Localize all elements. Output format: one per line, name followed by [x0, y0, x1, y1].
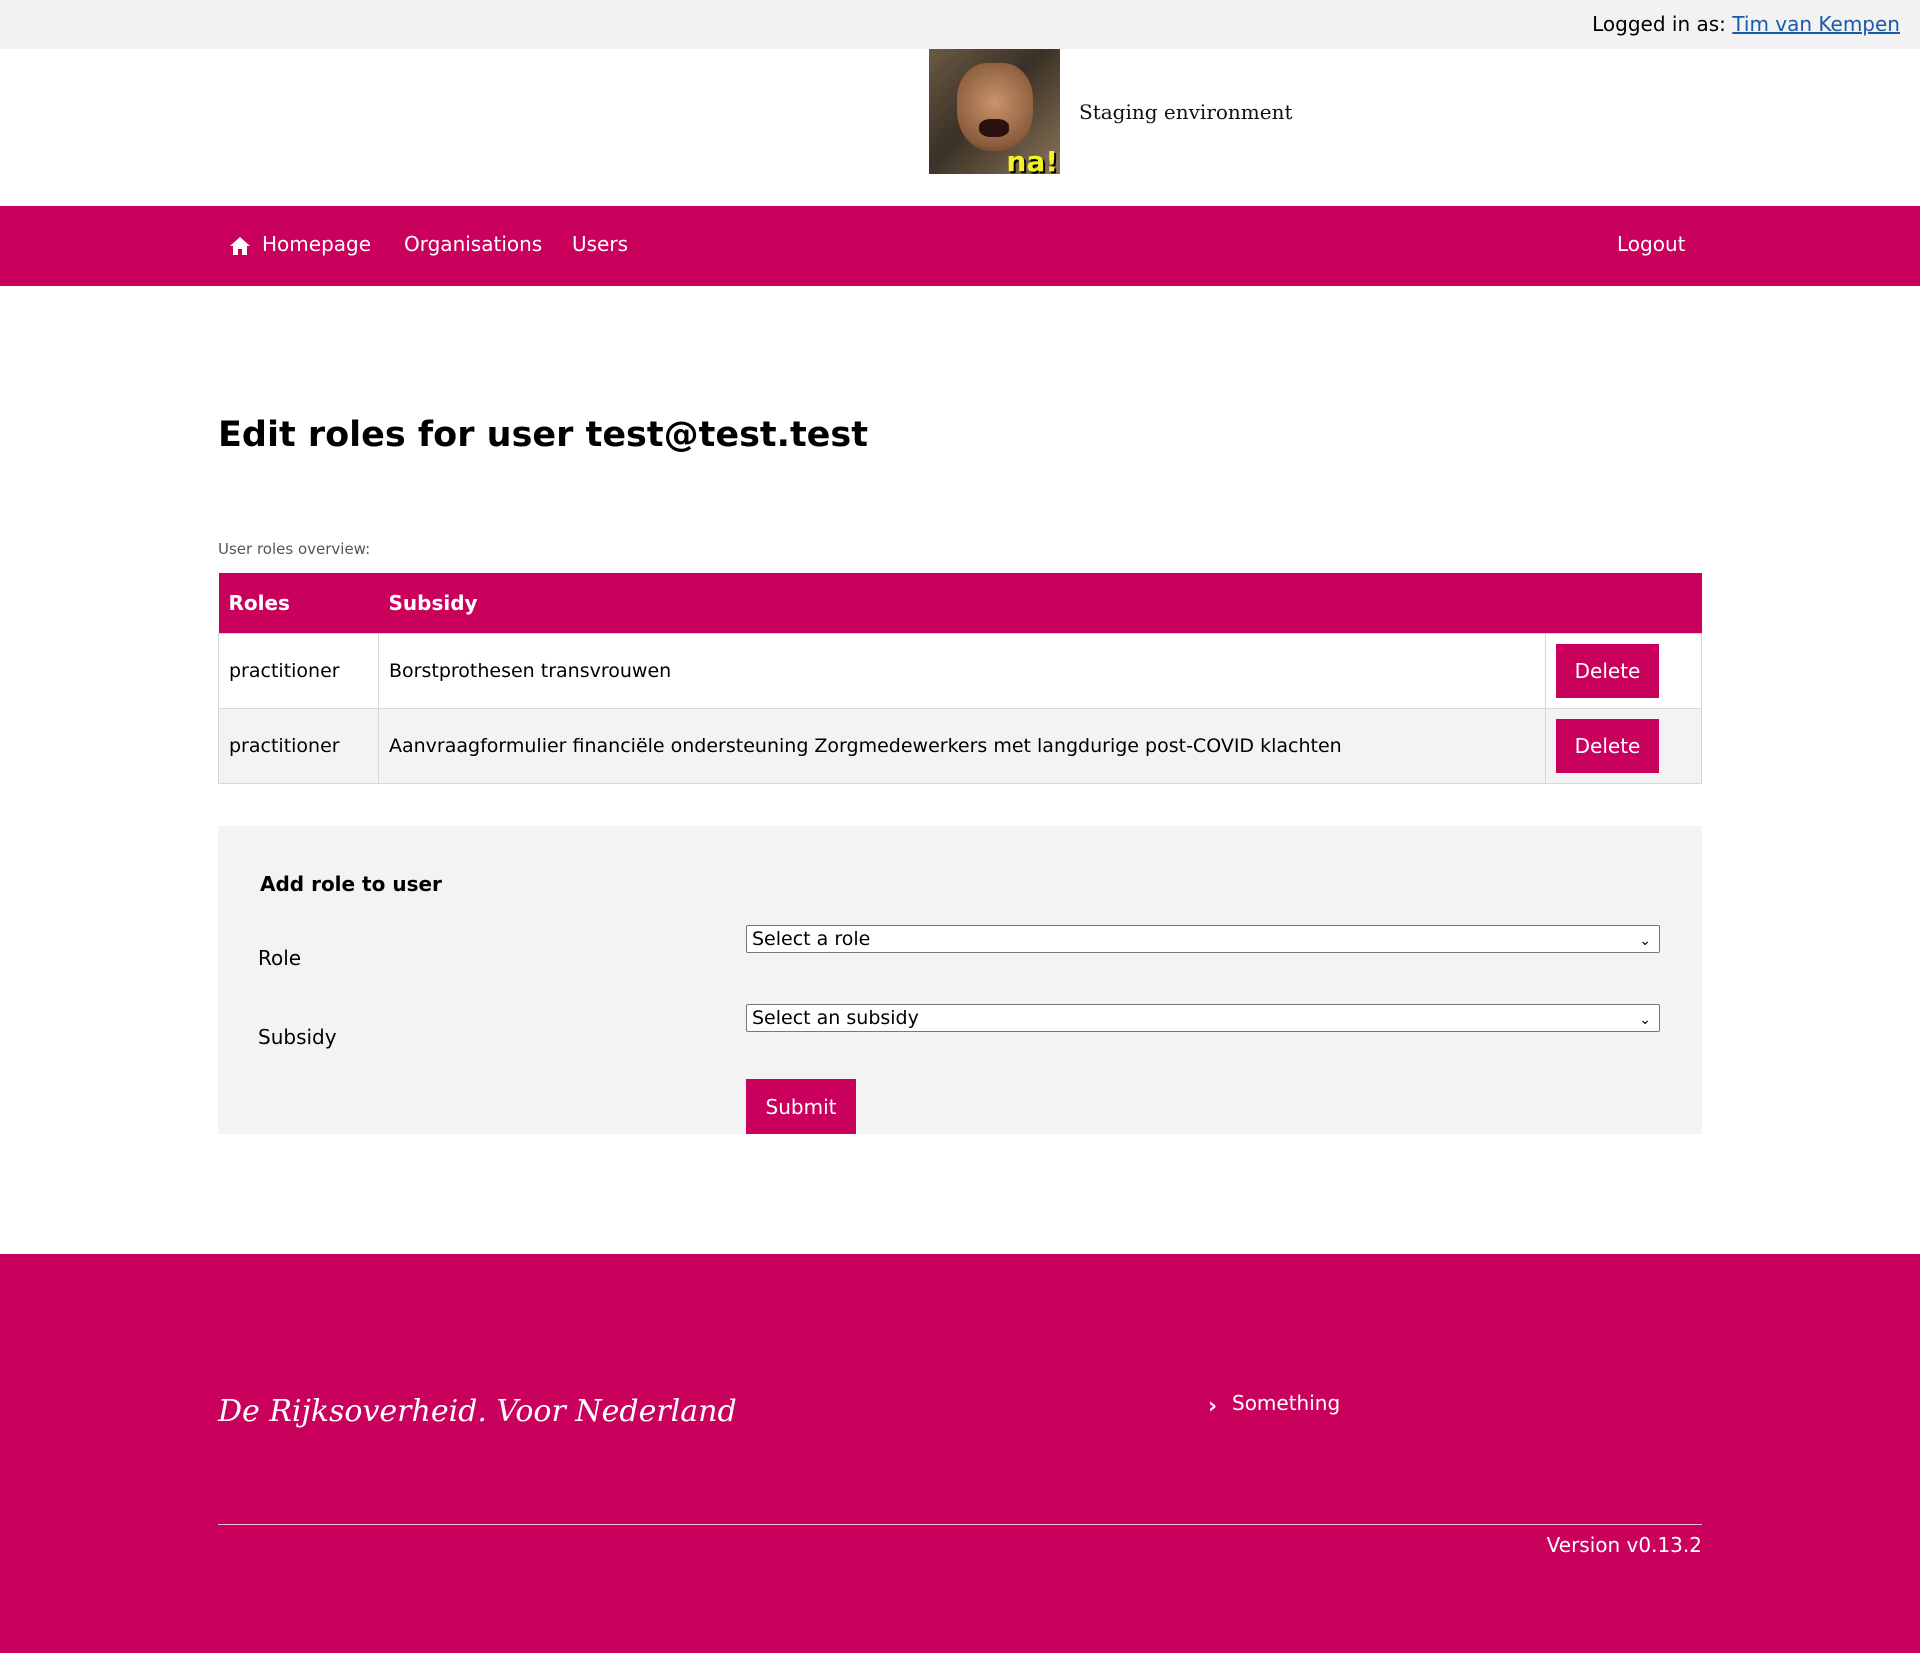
- roles-table: Roles Subsidy practitioner Borstprothese…: [218, 573, 1702, 784]
- footer: De Rijksoverheid. Voor Nederland › Somet…: [0, 1254, 1920, 1653]
- row-subsidy: Borstprothesen transvrouwen: [378, 633, 1546, 709]
- row-action-cell: Delete: [1545, 708, 1702, 784]
- row-role: practitioner: [218, 633, 379, 709]
- nav-users[interactable]: Users: [572, 232, 628, 256]
- page-title: Edit roles for user test@test.test: [218, 415, 868, 455]
- home-icon[interactable]: [229, 236, 251, 256]
- header-roles: Roles: [218, 573, 379, 634]
- nav-homepage[interactable]: Homepage: [262, 232, 371, 256]
- role-select[interactable]: Select a role ⌄: [746, 925, 1660, 953]
- main-nav: Homepage Organisations Users Logout: [0, 206, 1920, 286]
- table-row: practitioner Aanvraagformulier financiël…: [218, 708, 1702, 784]
- subsidy-label: Subsidy: [258, 1025, 337, 1049]
- version-label: Version v0.13.2: [1546, 1533, 1702, 1557]
- row-role: practitioner: [218, 708, 379, 784]
- row-subsidy: Aanvraagformulier financiële ondersteuni…: [378, 708, 1546, 784]
- login-status: Logged in as: Tim van Kempen: [1592, 12, 1900, 36]
- header-actions: [1545, 573, 1702, 634]
- top-bar: Logged in as: Tim van Kempen: [0, 0, 1920, 49]
- delete-button[interactable]: Delete: [1556, 644, 1659, 698]
- chevron-right-icon: ›: [1208, 1394, 1218, 1419]
- submit-button[interactable]: Submit: [746, 1079, 856, 1134]
- logged-in-label: Logged in as:: [1592, 12, 1726, 36]
- footer-tagline: De Rijksoverheid. Voor Nederland: [218, 1394, 737, 1429]
- subsidy-select[interactable]: Select an subsidy ⌄: [746, 1004, 1660, 1032]
- current-user-link[interactable]: Tim van Kempen: [1732, 12, 1900, 36]
- header-subsidy: Subsidy: [378, 573, 1546, 634]
- role-label: Role: [258, 946, 302, 970]
- add-role-form: Add role to user Role Select a role ⌄ Su…: [218, 826, 1702, 1134]
- environment-label: Staging environment: [1079, 100, 1293, 124]
- role-select-value: Select a role: [752, 928, 871, 950]
- nav-organisations[interactable]: Organisations: [404, 232, 542, 256]
- footer-divider: [218, 1524, 1702, 1525]
- logo-text: na!: [1006, 145, 1058, 174]
- add-role-title: Add role to user: [260, 872, 442, 896]
- logo-face: [957, 63, 1033, 151]
- footer-link-something[interactable]: Something: [1232, 1391, 1340, 1415]
- chevron-down-icon: ⌄: [1639, 1012, 1651, 1028]
- logo-mouth: [979, 119, 1009, 137]
- logo-image: na!: [929, 49, 1060, 174]
- table-row: practitioner Borstprothesen transvrouwen…: [218, 633, 1702, 709]
- subsidy-select-value: Select an subsidy: [752, 1007, 919, 1029]
- delete-button[interactable]: Delete: [1556, 719, 1659, 773]
- overview-label: User roles overview:: [218, 540, 371, 558]
- nav-logout[interactable]: Logout: [1617, 232, 1685, 256]
- chevron-down-icon: ⌄: [1639, 933, 1651, 949]
- row-action-cell: Delete: [1545, 633, 1702, 709]
- table-header-row: Roles Subsidy: [218, 573, 1702, 634]
